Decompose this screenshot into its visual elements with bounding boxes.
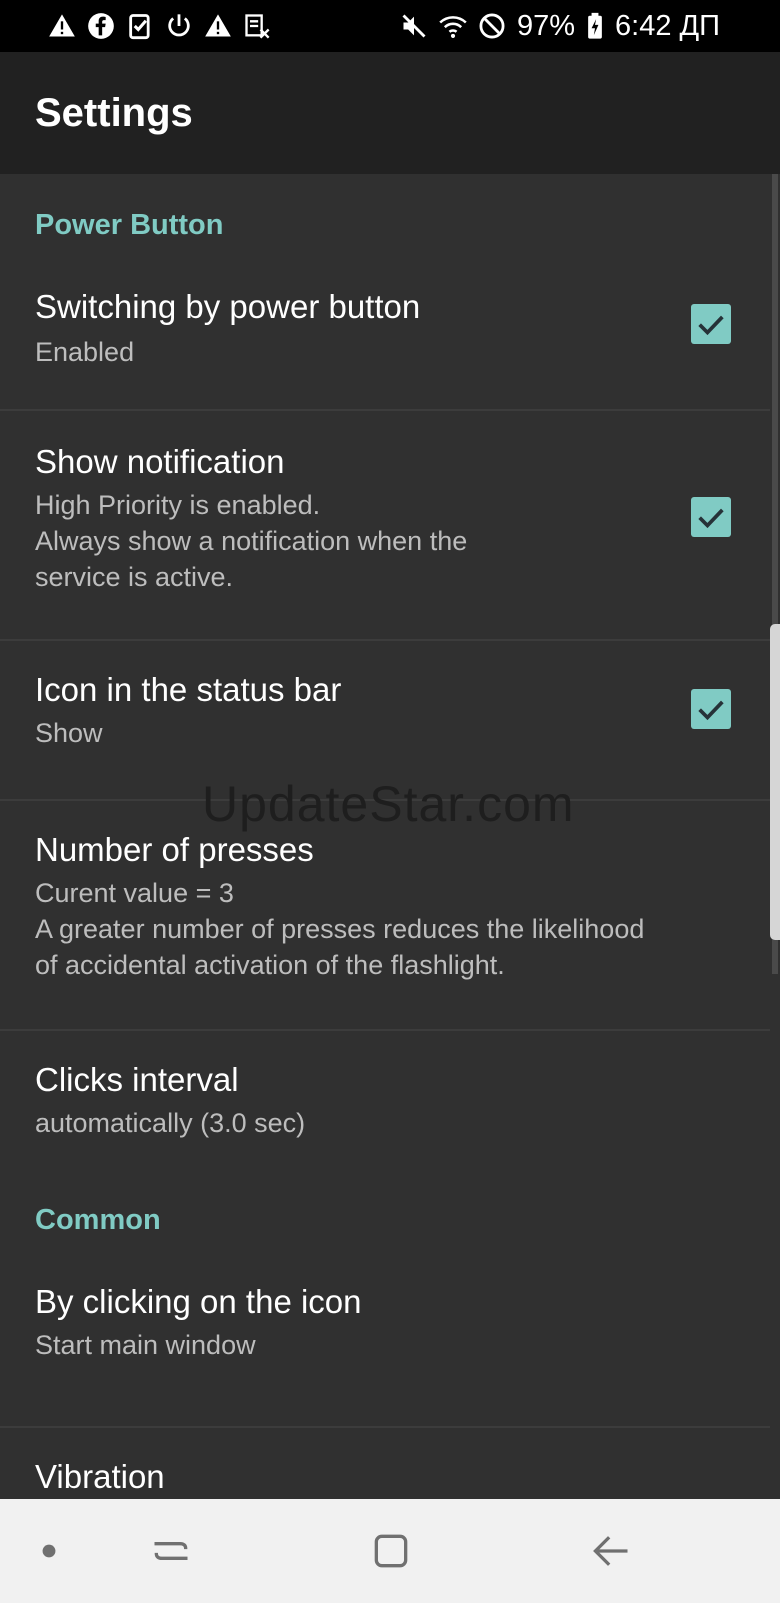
notification-icons	[48, 12, 271, 40]
check-icon	[698, 315, 724, 336]
section-header-common: Common	[35, 1204, 161, 1236]
check-icon	[698, 508, 724, 529]
recent-apps-icon[interactable]	[143, 1523, 199, 1579]
check-icon	[698, 700, 724, 721]
home-icon[interactable]	[363, 1523, 419, 1579]
status-bar: 97% 6:42 ДП	[0, 0, 780, 52]
pref-summary: automatically (3.0 sec)	[35, 1108, 306, 1138]
pref-summary: Enabled	[35, 337, 135, 367]
back-icon[interactable]	[583, 1523, 639, 1579]
warning-icon	[204, 12, 232, 40]
pref-summary: Show	[35, 718, 103, 748]
mute-icon	[400, 12, 428, 40]
pref-icon-in-status-bar[interactable]: Icon in the status bar Show	[0, 641, 780, 797]
pref-title: Icon in the status bar	[35, 671, 342, 708]
checkbox[interactable]	[691, 689, 731, 729]
checkbox[interactable]	[691, 497, 731, 537]
checkbox[interactable]	[691, 304, 731, 344]
pref-summary: Curent value = 3 A greater number of pre…	[35, 878, 645, 980]
pref-title: Number of presses	[35, 831, 314, 868]
section-header-power-button: Power Button	[35, 209, 224, 241]
dot-icon[interactable]	[21, 1523, 77, 1579]
wifi-icon	[439, 12, 467, 40]
pref-title: Show notification	[35, 443, 285, 480]
pref-title: Vibration	[35, 1458, 165, 1495]
battery-percent: 97%	[516, 9, 576, 42]
battery-charging-icon	[586, 12, 604, 40]
pref-by-clicking-on-icon[interactable]: By clicking on the icon Start main windo…	[0, 1259, 780, 1399]
power-icon	[165, 12, 193, 40]
page-title: Settings	[35, 90, 193, 135]
facebook-icon	[87, 12, 115, 40]
system-icons: 97% 6:42 ДП	[400, 10, 720, 43]
navigation-bar	[0, 1499, 780, 1603]
watermark: UpdateStar.com	[202, 776, 575, 832]
pref-summary: Start main window	[35, 1330, 256, 1360]
pref-title: Switching by power button	[35, 288, 421, 325]
do-not-disturb-icon	[478, 12, 506, 40]
task-check-icon	[126, 12, 154, 40]
pref-clicks-interval[interactable]: Clicks interval automatically (3.0 sec)	[0, 1031, 780, 1181]
screenshot-icon	[243, 12, 271, 40]
pref-title: By clicking on the icon	[35, 1283, 362, 1320]
pref-switching-by-power-button[interactable]: Switching by power button Enabled	[0, 264, 780, 402]
pref-show-notification[interactable]: Show notification High Priority is enabl…	[0, 411, 780, 639]
warning-icon	[48, 12, 76, 40]
pref-number-of-presses[interactable]: Number of presses Curent value = 3 A gre…	[0, 801, 780, 1029]
pref-summary: High Priority is enabled. Always show a …	[35, 490, 468, 592]
scrollbar-thumb[interactable]	[770, 624, 780, 940]
settings-list[interactable]: Power Button Switching by power button E…	[0, 174, 780, 1500]
pref-title: Clicks interval	[35, 1061, 239, 1098]
clock: 6:42 ДП	[615, 9, 720, 42]
pref-vibration[interactable]: Vibration	[0, 1428, 780, 1500]
app-bar: Settings	[0, 52, 780, 174]
